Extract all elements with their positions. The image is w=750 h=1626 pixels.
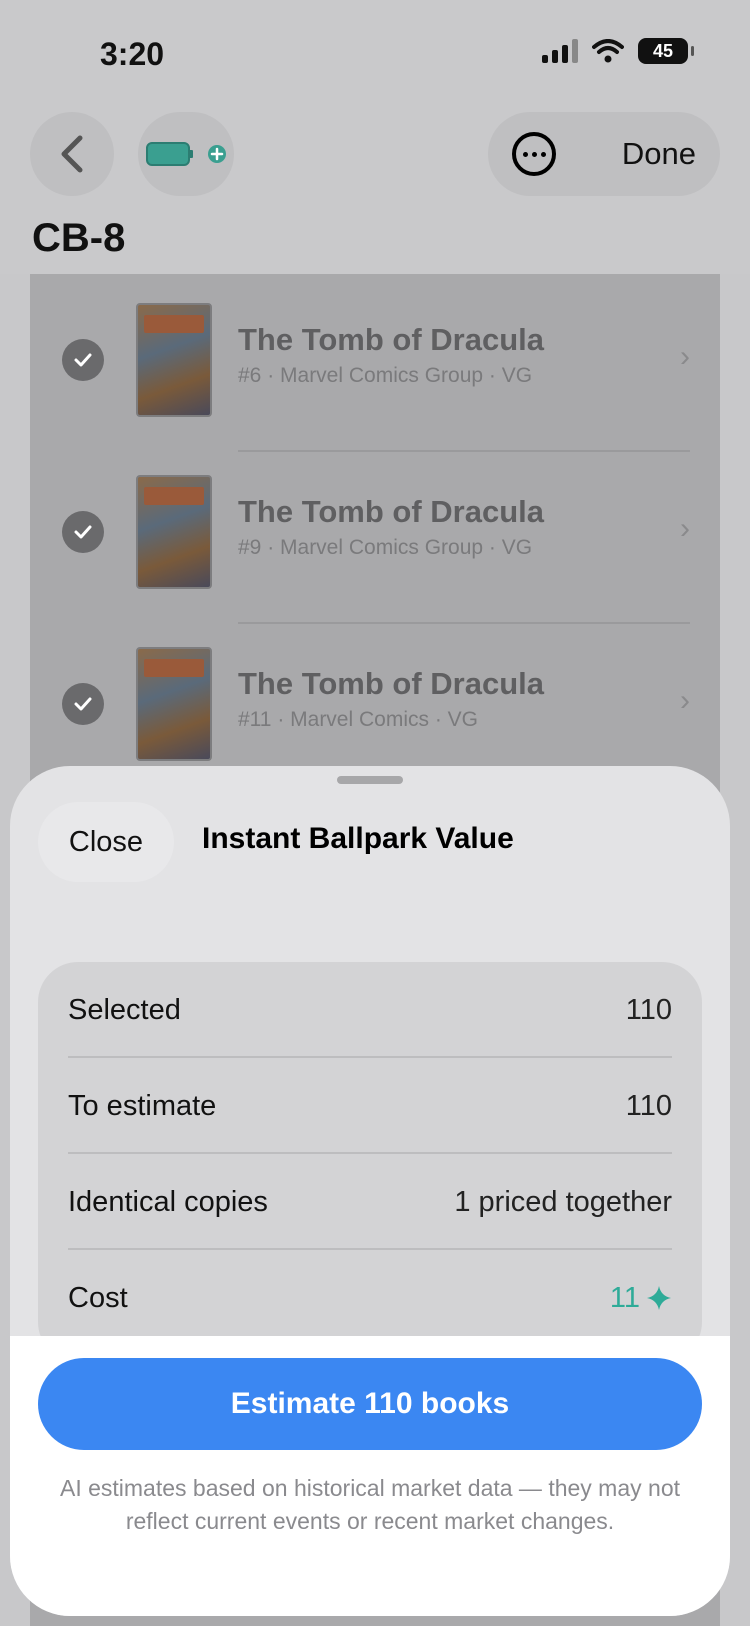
back-button[interactable] [30, 112, 114, 196]
page-title: CB-8 [32, 216, 126, 260]
item-subtitle: #11 · Marvel Comics · VG [238, 708, 478, 731]
info-card: Selected 110 To estimate 110 Identical c… [38, 962, 702, 1362]
info-row-cost: Cost 11 [68, 1250, 672, 1346]
bottom-sheet: Close Instant Ballpark Value Selected 11… [10, 766, 730, 1616]
estimate-button[interactable]: Estimate 110 books [38, 1358, 702, 1450]
battery-icon: 45 [638, 38, 694, 64]
info-row-identical-copies: Identical copies 1 priced together [68, 1154, 672, 1250]
info-row-to-estimate: To estimate 110 [68, 1058, 672, 1154]
comic-cover [136, 303, 212, 417]
check-icon[interactable] [62, 683, 104, 725]
item-subtitle: #9 · Marvel Comics Group · VG [238, 536, 533, 559]
chevron-right-icon: › [680, 684, 690, 717]
status-icons: 45 [542, 38, 694, 64]
comic-cover [136, 647, 212, 761]
row-label: To estimate [68, 1089, 217, 1122]
item-title: The Tomb of Dracula [238, 322, 545, 357]
row-label: Identical copies [68, 1185, 268, 1218]
add-icon [208, 145, 226, 163]
back-chevron-icon [61, 135, 83, 173]
item-title: The Tomb of Dracula [238, 666, 545, 701]
more-icon[interactable] [512, 132, 556, 176]
battery-tag-button[interactable] [138, 112, 234, 196]
check-icon[interactable] [62, 339, 104, 381]
cost-value: 11 [610, 1282, 672, 1315]
chevron-right-icon: › [680, 512, 690, 545]
info-row-selected: Selected 110 [68, 962, 672, 1058]
list-item[interactable]: The Tomb of Dracula #9 · Marvel Comics G… [30, 450, 720, 622]
row-label: Selected [68, 993, 181, 1026]
item-title: The Tomb of Dracula [238, 494, 545, 529]
sheet-title: Instant Ballpark Value [202, 822, 514, 855]
comic-cover [136, 475, 212, 589]
row-value: 110 [625, 993, 672, 1026]
row-value: 110 [625, 1089, 672, 1122]
row-value: 1 priced together [454, 1185, 672, 1218]
chevron-right-icon: › [680, 340, 690, 373]
item-subtitle: #6 · Marvel Comics Group · VG [238, 364, 533, 387]
status-bar: 3:20 45 [0, 0, 750, 100]
check-icon[interactable] [62, 511, 104, 553]
disclaimer-text: AI estimates based on historical market … [59, 1475, 680, 1534]
battery-level: 45 [652, 41, 674, 61]
row-value: 11 [609, 1281, 640, 1314]
status-time: 3:20 [100, 36, 165, 72]
list-item[interactable]: The Tomb of Dracula #6 · Marvel Comics G… [30, 278, 720, 450]
signal-icon [542, 39, 578, 63]
row-label: Cost [68, 1281, 128, 1314]
done-button[interactable]: Done [622, 136, 696, 172]
sheet-grabber[interactable] [337, 776, 403, 784]
close-button[interactable]: Close [38, 802, 174, 882]
header: 3:20 45 Done CB-8 [0, 0, 750, 274]
battery-tag-icon [146, 142, 193, 166]
sparkle-icon [647, 1286, 671, 1310]
nav-actions: Done [488, 112, 720, 196]
wifi-icon [592, 39, 624, 63]
